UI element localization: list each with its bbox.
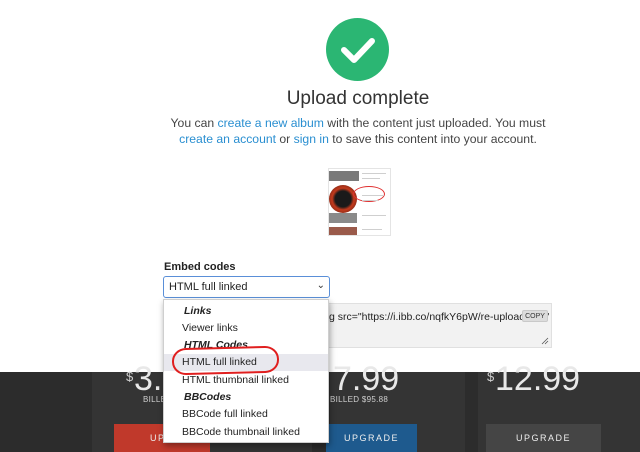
price-amount: 7.99: [333, 360, 400, 398]
dropdown-option-viewer-links[interactable]: Viewer links: [164, 320, 328, 337]
upload-message: You can create a new album with the cont…: [170, 116, 546, 146]
dropdown-option-bbcode-thumbnail-linked[interactable]: BBCode thumbnail linked: [164, 424, 328, 441]
dropdown-group-links: Links: [184, 305, 212, 317]
price-currency: $: [126, 369, 134, 384]
embed-codes-label: Embed codes: [164, 261, 236, 273]
billed-text: BILLED $95.88: [330, 395, 389, 404]
embed-code-textarea[interactable]: g src="https://i.ibb.co/nqfkY6pW/re-uplo…: [313, 303, 552, 348]
price-currency: $: [487, 369, 495, 384]
uploaded-image-thumbnail[interactable]: [328, 168, 391, 236]
embed-code-text: g src="https://i.ibb.co/nqfkY6pW/re-uplo…: [329, 311, 550, 323]
price-amount: 12.99: [495, 360, 581, 398]
sign-in-link[interactable]: sign in: [294, 132, 329, 146]
resize-grip-icon[interactable]: [541, 337, 549, 345]
create-account-link[interactable]: create an account: [179, 132, 276, 146]
success-check-icon: [326, 18, 389, 81]
embed-codes-select[interactable]: HTML full linked ⌄: [163, 276, 330, 298]
page-title: Upload complete: [286, 88, 430, 109]
upgrade-button[interactable]: UPGRADE: [486, 424, 601, 452]
create-album-link[interactable]: create a new album: [218, 116, 324, 130]
price-amount: 3.: [134, 360, 163, 398]
dropdown-group-bbcodes: BBCodes: [184, 391, 232, 403]
dropdown-option-bbcode-full-linked[interactable]: BBCode full linked: [164, 406, 328, 423]
upgrade-button[interactable]: UPGRADE: [326, 424, 417, 452]
copy-button[interactable]: COPY: [522, 310, 548, 322]
annotation-circle: [171, 345, 280, 376]
chevron-down-icon: ⌄: [316, 280, 325, 291]
select-value: HTML full linked: [169, 281, 248, 293]
